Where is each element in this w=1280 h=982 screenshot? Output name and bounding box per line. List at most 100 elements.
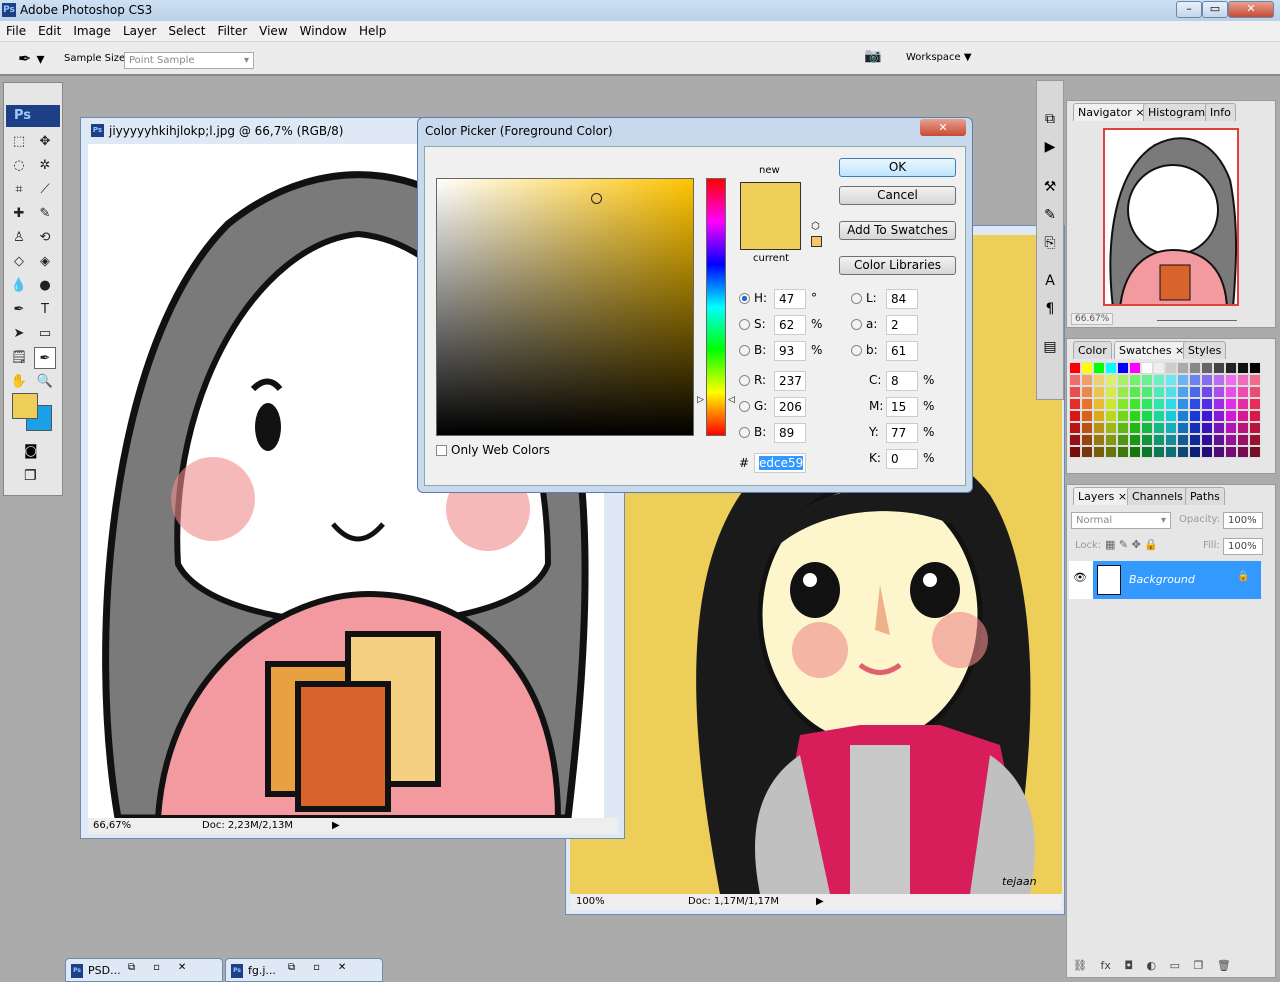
swatch[interactable]	[1105, 386, 1117, 398]
swatch[interactable]	[1225, 386, 1237, 398]
swatch[interactable]	[1177, 446, 1189, 458]
eyedropper-preset-icon[interactable]: ✒ ▾	[18, 49, 45, 68]
workspace-menu[interactable]: Workspace ▼	[906, 52, 972, 63]
move-tool-icon[interactable]: ✥	[34, 131, 56, 153]
brushes-icon[interactable]: ✎	[1037, 201, 1063, 229]
swatch[interactable]	[1189, 398, 1201, 410]
swatch[interactable]	[1081, 434, 1093, 446]
brush-tool-icon[interactable]: ✎	[34, 203, 56, 225]
swatch[interactable]	[1225, 422, 1237, 434]
type-tool-icon[interactable]: T	[34, 299, 56, 321]
menu-layer[interactable]: Layer	[117, 21, 162, 38]
hsb-input-2[interactable]: 93	[774, 341, 806, 361]
crop-tool-icon[interactable]: ⌗	[8, 179, 30, 201]
actions-icon[interactable]: ▶	[1037, 133, 1063, 161]
hue-slider[interactable]	[706, 178, 726, 436]
swatch[interactable]	[1153, 386, 1165, 398]
swatch[interactable]	[1177, 422, 1189, 434]
swatch[interactable]	[1177, 434, 1189, 446]
cmyk-input-2[interactable]: 77	[886, 423, 918, 443]
swatch[interactable]	[1237, 362, 1249, 374]
swatch[interactable]	[1105, 410, 1117, 422]
swatch[interactable]	[1201, 446, 1213, 458]
swatch[interactable]	[1081, 362, 1093, 374]
restore-button[interactable]: ▭	[1202, 1, 1228, 18]
dodge-tool-icon[interactable]: ●	[34, 275, 56, 297]
swatch[interactable]	[1129, 434, 1141, 446]
doc-size[interactable]: Doc: 2,23M/2,13M	[202, 818, 293, 834]
swatch[interactable]	[1213, 374, 1225, 386]
swatch[interactable]	[1225, 434, 1237, 446]
swatch[interactable]	[1093, 398, 1105, 410]
swatch[interactable]	[1093, 446, 1105, 458]
swatch[interactable]	[1189, 422, 1201, 434]
swatch[interactable]	[1093, 434, 1105, 446]
hsb-input-1[interactable]: 62	[774, 315, 806, 335]
current-color-swatch[interactable]	[740, 216, 801, 250]
stamp-tool-icon[interactable]: ♙	[8, 227, 30, 249]
screen-mode-icon[interactable]: ❐	[24, 468, 37, 484]
doc-size[interactable]: Doc: 1,17M/1,17M	[688, 894, 779, 910]
swatch[interactable]	[1237, 386, 1249, 398]
swatch[interactable]	[1117, 398, 1129, 410]
swatch[interactable]	[1105, 398, 1117, 410]
swatch[interactable]	[1213, 422, 1225, 434]
swatch[interactable]	[1177, 386, 1189, 398]
swatch[interactable]	[1213, 398, 1225, 410]
hex-input[interactable]: edce59	[754, 453, 806, 473]
swatch[interactable]	[1129, 410, 1141, 422]
lock-icons[interactable]: ▦ ✎ ✥ 🔒	[1105, 538, 1158, 551]
lab-input-2[interactable]: 61	[886, 341, 918, 361]
swatch[interactable]	[1213, 446, 1225, 458]
swatch[interactable]	[1249, 434, 1261, 446]
layer-comps-icon[interactable]: ▤	[1037, 333, 1063, 361]
pen-tool-icon[interactable]: ✒	[8, 299, 30, 321]
swatch[interactable]	[1225, 374, 1237, 386]
lab-input-0[interactable]: 84	[886, 289, 918, 309]
tab-paths[interactable]: Paths	[1185, 487, 1225, 505]
zoom-level[interactable]: 66,67%	[93, 818, 131, 834]
swatch[interactable]	[1189, 362, 1201, 374]
swatch[interactable]	[1105, 446, 1117, 458]
swatch[interactable]	[1237, 422, 1249, 434]
swatch[interactable]	[1177, 410, 1189, 422]
swatch[interactable]	[1237, 446, 1249, 458]
lasso-tool-icon[interactable]: ◌	[8, 155, 30, 177]
swatch[interactable]	[1081, 386, 1093, 398]
swatch[interactable]	[1201, 410, 1213, 422]
swatch[interactable]	[1189, 434, 1201, 446]
lab-radio-0[interactable]	[851, 293, 862, 304]
tab-color[interactable]: Color	[1073, 341, 1112, 359]
swatch[interactable]	[1237, 374, 1249, 386]
swatch[interactable]	[1201, 434, 1213, 446]
swatch[interactable]	[1153, 446, 1165, 458]
tab-navigator[interactable]: Navigator ×	[1073, 103, 1150, 121]
swatch[interactable]	[1129, 398, 1141, 410]
swatch[interactable]	[1081, 410, 1093, 422]
only-web-colors-checkbox[interactable]	[436, 445, 447, 456]
minimized-doc-2[interactable]: Ps fg.j... ⧉▫✕	[225, 958, 383, 982]
swatch[interactable]	[1117, 386, 1129, 398]
swatch[interactable]	[1177, 398, 1189, 410]
rgb-radio-2[interactable]	[739, 427, 750, 438]
swatch[interactable]	[1213, 362, 1225, 374]
status-menu-arrow-icon[interactable]: ▶	[332, 818, 340, 834]
swatch[interactable]	[1189, 386, 1201, 398]
swatch[interactable]	[1177, 374, 1189, 386]
navigator-zoom-slider[interactable]	[1157, 320, 1237, 321]
lab-input-1[interactable]: 2	[886, 315, 918, 335]
swatch[interactable]	[1141, 422, 1153, 434]
swatch[interactable]	[1249, 398, 1261, 410]
saturation-brightness-field[interactable]	[436, 178, 694, 436]
swatch[interactable]	[1069, 398, 1081, 410]
swatch[interactable]	[1225, 446, 1237, 458]
visibility-eye-icon[interactable]: 👁	[1073, 571, 1087, 584]
cmyk-input-0[interactable]: 8	[886, 371, 918, 391]
swatch[interactable]	[1201, 422, 1213, 434]
history-brush-icon[interactable]: ⟲	[34, 227, 56, 249]
swatch[interactable]	[1153, 374, 1165, 386]
swatch[interactable]	[1105, 374, 1117, 386]
cmyk-input-3[interactable]: 0	[886, 449, 918, 469]
close-button[interactable]: ✕	[1228, 1, 1274, 18]
swatch[interactable]	[1141, 374, 1153, 386]
